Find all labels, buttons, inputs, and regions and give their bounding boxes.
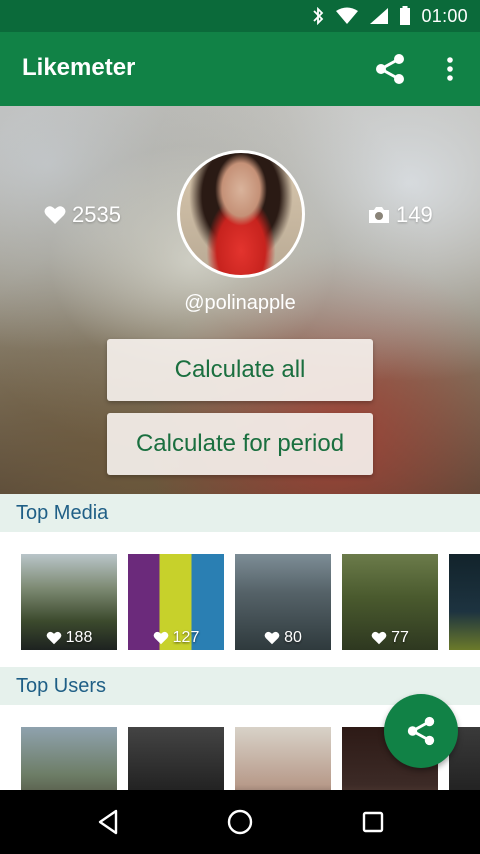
heart-icon: [371, 631, 387, 645]
home-icon: [227, 809, 253, 835]
media-likes-count: 80: [284, 629, 302, 646]
media-likes: 80: [235, 629, 331, 647]
battery-icon: [400, 6, 411, 25]
wifi-icon: [336, 7, 359, 24]
status-icons: 01:00: [311, 0, 468, 32]
avatar: [177, 150, 305, 278]
status-bar: 01:00: [0, 0, 480, 32]
media-likes-count: 77: [391, 629, 409, 646]
likes-stat: 2535: [44, 202, 121, 228]
navigation-bar: [0, 790, 480, 854]
heart-icon: [264, 631, 280, 645]
back-icon: [98, 809, 118, 835]
media-item[interactable]: 77: [342, 554, 438, 650]
heart-icon: [153, 631, 168, 645]
more-options-button[interactable]: [428, 32, 472, 106]
calculate-all-button[interactable]: Calculate all: [107, 339, 373, 401]
recents-button[interactable]: [333, 790, 413, 854]
share-button[interactable]: [362, 32, 418, 106]
media-likes-count: 188: [65, 629, 93, 646]
more-vert-icon: [447, 57, 453, 81]
media-likes: 188: [21, 629, 117, 647]
heart-icon: [44, 206, 66, 224]
media-item[interactable]: 80: [235, 554, 331, 650]
media-likes: 77: [342, 629, 438, 647]
back-button[interactable]: [68, 790, 148, 854]
media-item[interactable]: 127: [128, 554, 224, 650]
recents-icon: [362, 811, 384, 833]
bluetooth-icon: [313, 7, 324, 25]
share-icon: [407, 716, 435, 746]
profile-header: 2535 149 @polinapple Calculate all Calcu…: [0, 106, 480, 494]
likes-count: 2535: [72, 202, 121, 227]
camera-icon: [369, 207, 389, 223]
calculate-for-period-button[interactable]: Calculate for period: [107, 413, 373, 475]
share-icon: [376, 54, 404, 84]
media-item[interactable]: 188: [21, 554, 117, 650]
app-bar: Likemeter: [0, 32, 480, 106]
media-count: 149: [396, 202, 433, 227]
share-fab[interactable]: [384, 694, 458, 768]
top-media-header: Top Media: [0, 494, 480, 532]
signal-icon: [370, 8, 389, 24]
heart-icon: [46, 631, 61, 645]
status-time: 01:00: [421, 5, 468, 26]
media-item[interactable]: [449, 554, 480, 650]
username: @polinapple: [184, 292, 296, 314]
media-stat: 149: [368, 202, 433, 228]
media-likes-count: 127: [172, 629, 200, 646]
home-button[interactable]: [200, 790, 280, 854]
top-media-list[interactable]: 188 127 80 77: [21, 554, 480, 650]
media-likes: 127: [128, 629, 224, 647]
app-title: Likemeter: [22, 54, 136, 81]
